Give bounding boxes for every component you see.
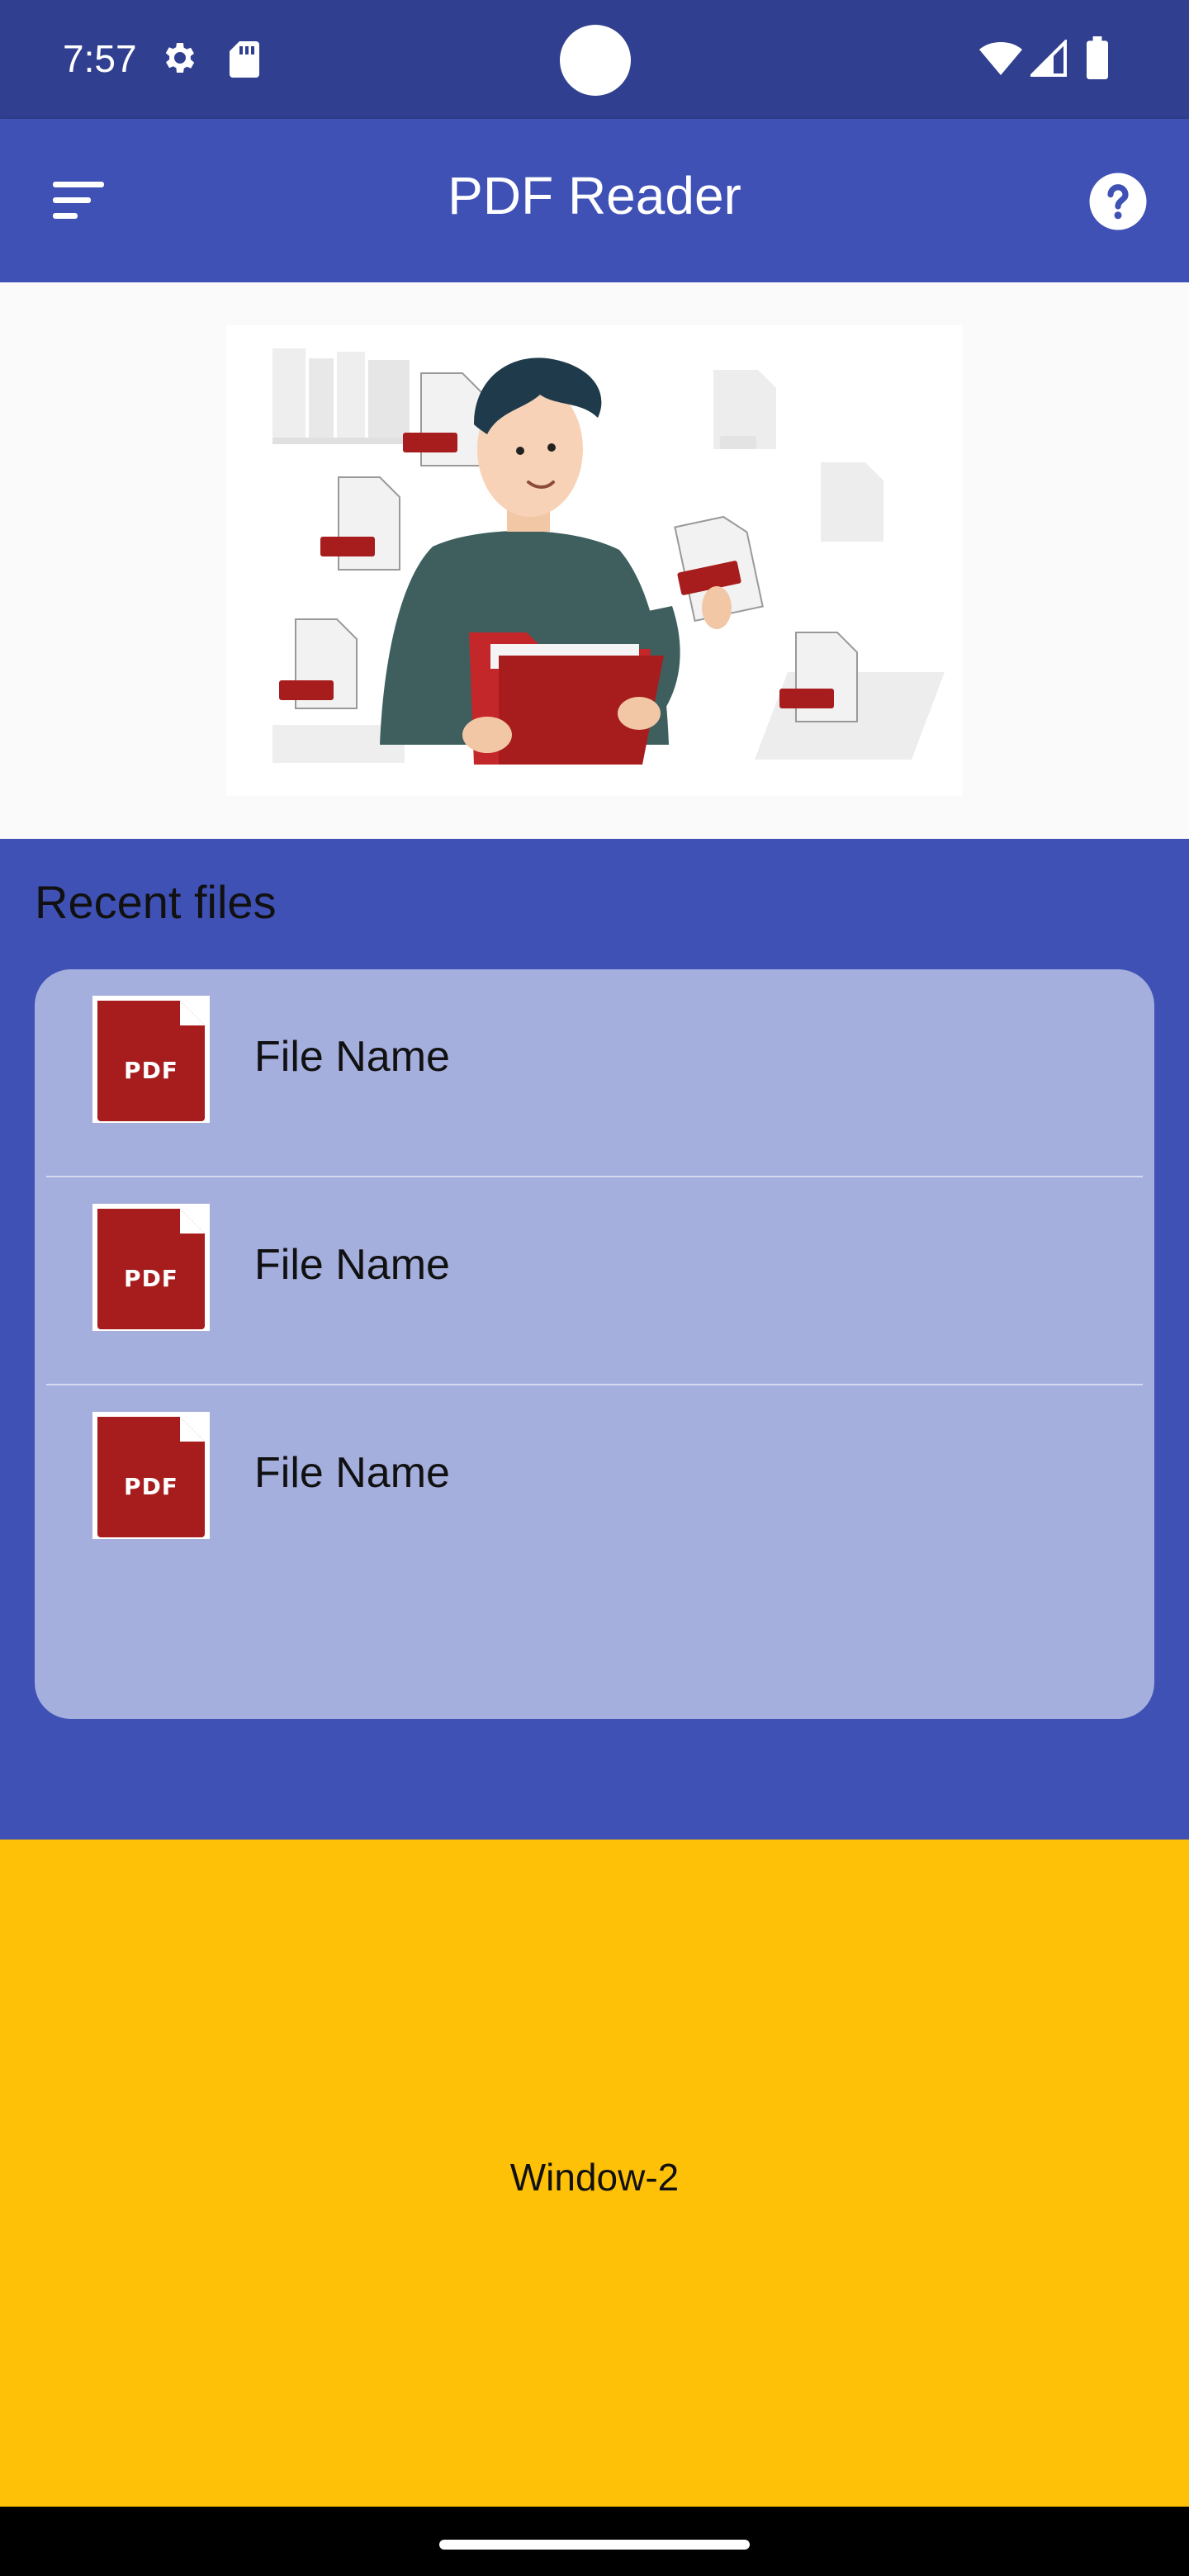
pdf-icon-label: PDF xyxy=(124,1057,178,1084)
pdf-file-icon: PDF xyxy=(92,1412,210,1539)
front-camera xyxy=(560,25,631,96)
sd-card-icon xyxy=(230,41,259,78)
list-item[interactable]: PDF File Name xyxy=(35,1177,1154,1385)
recent-files-list: PDF File Name PDF File Name PDF File Nam… xyxy=(35,969,1154,1719)
pdf-file-icon: PDF xyxy=(92,1204,210,1331)
window-2-panel: Window-2 xyxy=(0,1840,1189,2507)
file-name: File Name xyxy=(254,1033,450,1081)
file-name: File Name xyxy=(254,1449,450,1497)
window-2-label: Window-2 xyxy=(509,2156,680,2199)
navigation-bar xyxy=(0,2507,1189,2576)
list-item[interactable]: PDF File Name xyxy=(35,969,1154,1177)
cell-signal-icon xyxy=(1030,40,1067,77)
status-time: 7:57 xyxy=(63,37,137,80)
screen: 7:57 PDF Reader Recent files PDF File Na… xyxy=(0,0,1189,2576)
person-holding-documents-illustration xyxy=(226,325,963,796)
settings-icon xyxy=(165,43,195,73)
battery-icon xyxy=(1087,36,1108,79)
recent-files-title: Recent files xyxy=(35,876,277,928)
hero-banner xyxy=(0,282,1189,839)
pdf-file-icon: PDF xyxy=(92,996,210,1123)
file-name: File Name xyxy=(254,1241,450,1289)
app-title: PDF Reader xyxy=(448,166,741,225)
home-gesture-handle[interactable] xyxy=(439,2540,750,2550)
app-bar: PDF Reader xyxy=(0,119,1189,282)
pdf-icon-label: PDF xyxy=(124,1473,178,1500)
pdf-icon-label: PDF xyxy=(124,1265,178,1292)
help-icon xyxy=(1089,173,1147,230)
status-bar: 7:57 xyxy=(0,0,1189,119)
wifi-icon xyxy=(979,42,1022,75)
list-item[interactable]: PDF File Name xyxy=(35,1385,1154,1593)
recent-files-section: Recent files PDF File Name PDF File Name… xyxy=(0,839,1189,1840)
help-button[interactable] xyxy=(1088,172,1148,231)
